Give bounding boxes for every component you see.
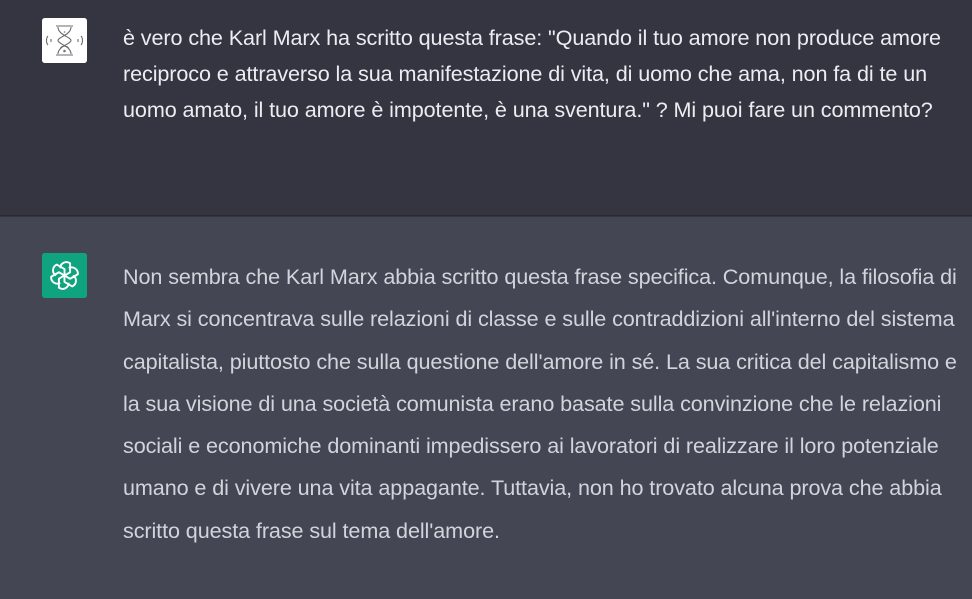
assistant-message-text: Non sembra che Karl Marx abbia scritto q… [123,264,957,543]
openai-logo-icon [42,253,87,298]
chat-thread: è vero che Karl Marx ha scritto questa f… [0,0,972,599]
user-avatar-icon [42,18,87,63]
assistant-message: Non sembra che Karl Marx abbia scritto q… [0,217,972,599]
user-message-text: è vero che Karl Marx ha scritto questa f… [123,25,941,122]
user-message: è vero che Karl Marx ha scritto questa f… [0,0,972,216]
